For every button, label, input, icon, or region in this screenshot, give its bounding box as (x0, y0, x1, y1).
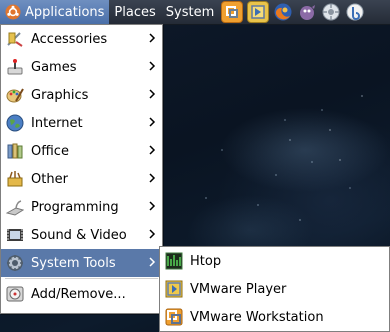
games-icon (6, 58, 24, 76)
menu-item-label: Sound & Video (31, 227, 127, 243)
menu-item-label: Programming (31, 199, 119, 215)
system-menu-button[interactable]: System (161, 0, 219, 24)
menu-item-graphics[interactable]: Graphics (1, 81, 162, 109)
menu-item-label: Games (31, 59, 77, 75)
submenu-arrow-icon (148, 200, 156, 216)
ubuntu-logo-icon (5, 4, 21, 20)
menu-item-programming[interactable]: Programming (1, 193, 162, 221)
submenu-arrow-icon (148, 60, 156, 76)
accessories-icon (6, 30, 24, 48)
menu-item-label: VMware Player (190, 281, 287, 297)
menu-item-label: System Tools (31, 255, 116, 271)
menu-separator (5, 278, 158, 279)
menu-item-label: VMware Workstation (190, 309, 324, 325)
menu-item-label: Internet (31, 115, 83, 131)
applications-menu: Accessories Games Graphics Internet Offi… (0, 24, 163, 314)
menu-item-system-tools[interactable]: System Tools (1, 249, 162, 277)
submenu-arrow-icon (148, 172, 156, 188)
add-remove-icon (6, 285, 24, 303)
firefox-icon[interactable] (273, 2, 293, 22)
applications-menu-label: Applications (25, 4, 105, 20)
menu-item-vmware-player[interactable]: VMware Player (160, 275, 389, 303)
submenu-arrow-icon (148, 144, 156, 160)
menu-item-vmware-workstation[interactable]: VMware Workstation (160, 303, 389, 331)
settings-icon[interactable] (321, 2, 341, 22)
vmware-player-icon[interactable] (247, 1, 270, 23)
vmware-icon[interactable] (221, 1, 244, 23)
menu-item-games[interactable]: Games (1, 53, 162, 81)
menu-item-label: Graphics (31, 87, 89, 103)
menu-item-label: Office (31, 143, 69, 159)
system-menu-label: System (165, 4, 215, 20)
menu-item-label: Accessories (31, 31, 108, 47)
submenu-arrow-icon (148, 32, 156, 48)
vmware-player-icon (165, 280, 183, 298)
places-menu-button[interactable]: Places (109, 0, 160, 24)
menu-item-add-remove[interactable]: Add/Remove... (1, 280, 162, 308)
submenu-arrow-icon (148, 228, 156, 244)
system-tools-icon (6, 254, 24, 272)
menu-item-accessories[interactable]: Accessories (1, 25, 162, 53)
sound-video-icon (6, 226, 24, 244)
menu-item-sound-video[interactable]: Sound & Video (1, 221, 162, 249)
submenu-arrow-icon (148, 256, 156, 272)
menu-item-other[interactable]: Other (1, 165, 162, 193)
menu-item-label: Htop (190, 253, 222, 269)
menu-item-internet[interactable]: Internet (1, 109, 162, 137)
menu-item-office[interactable]: Office (1, 137, 162, 165)
transmission-icon[interactable] (345, 2, 365, 22)
places-menu-label: Places (114, 4, 156, 20)
submenu-arrow-icon (148, 88, 156, 104)
menu-item-label: Other (31, 171, 68, 187)
graphics-icon (6, 86, 24, 104)
top-panel: Applications Places System (0, 0, 390, 25)
programming-icon (5, 198, 25, 216)
office-icon (6, 142, 24, 160)
menu-item-htop[interactable]: Htop (160, 247, 389, 275)
menu-item-label: Add/Remove... (31, 286, 126, 302)
submenu-arrow-icon (148, 116, 156, 132)
pidgin-icon[interactable] (297, 2, 317, 22)
vmware-workstation-icon (165, 308, 183, 326)
htop-icon (165, 252, 183, 270)
applications-menu-button[interactable]: Applications (0, 0, 110, 24)
other-icon (6, 170, 24, 188)
internet-icon (6, 114, 24, 132)
system-tools-submenu: Htop VMware Player VMware Workstation (159, 246, 390, 332)
